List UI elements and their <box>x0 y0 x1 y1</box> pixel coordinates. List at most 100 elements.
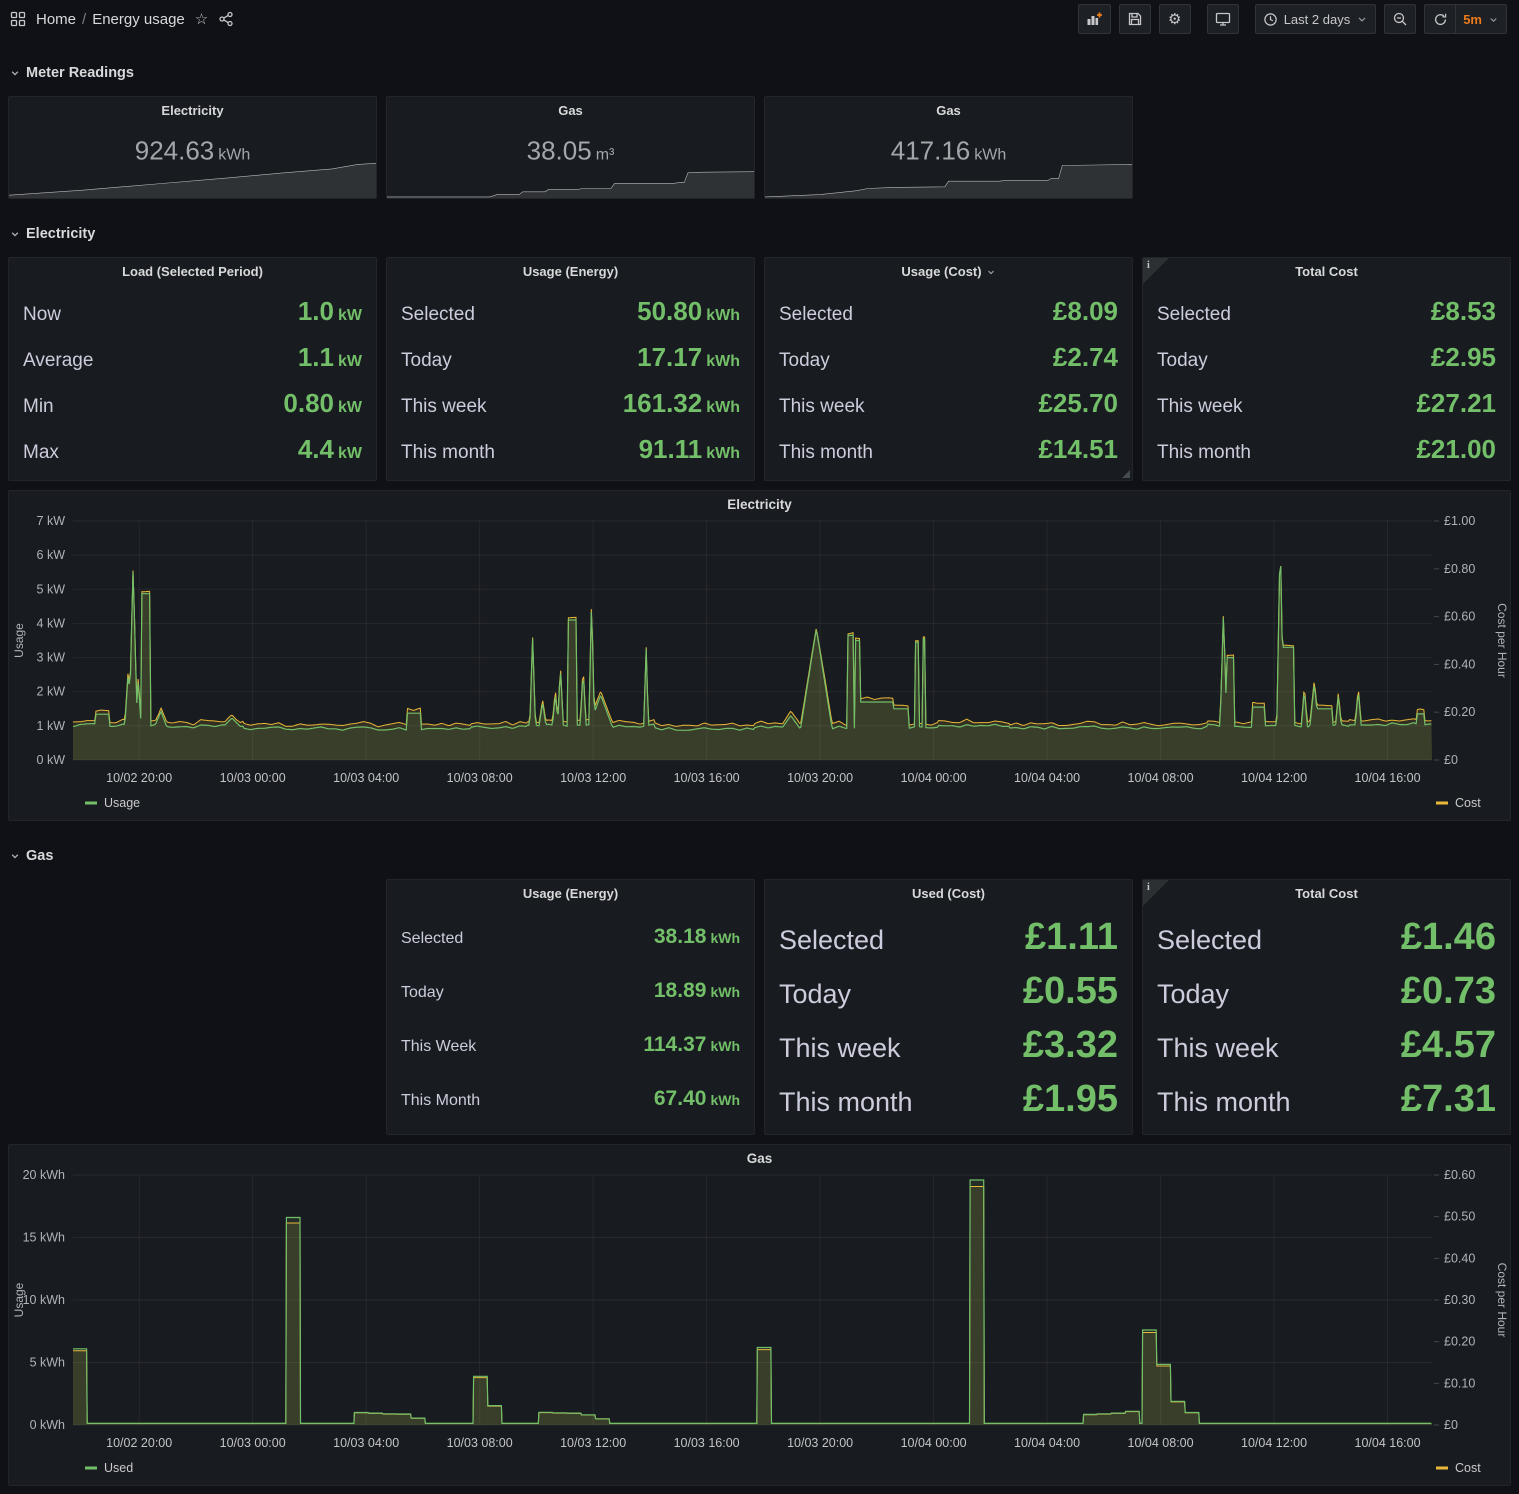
x-tick: 10/03 08:00 <box>447 1436 513 1450</box>
stat-value-number: 67.40 <box>654 1087 707 1110</box>
stat-row: Selected£1.46 <box>1157 916 1496 959</box>
x-tick: 10/03 00:00 <box>220 771 286 785</box>
stat-value-unit: kW <box>338 353 362 370</box>
share-icon[interactable] <box>218 11 234 27</box>
gas-chart-panel[interactable]: 0 kWh5 kWh10 kWh15 kWh20 kWh£0£0.10£0.20… <box>8 1144 1511 1486</box>
stat-label: Selected <box>779 304 853 326</box>
panel-title-text: Electricity <box>161 103 223 118</box>
stat-row: Now1.0kW <box>23 296 362 327</box>
dashboards-grid-icon[interactable] <box>10 11 26 27</box>
refresh-icon <box>1433 12 1448 27</box>
stat-label: Today <box>1157 979 1229 1010</box>
bar-chart-plus-icon <box>1086 11 1103 27</box>
chart-title: Gas <box>747 1151 773 1166</box>
favorite-star-icon[interactable]: ☆ <box>195 12 208 27</box>
stat-row: Selected50.80kWh <box>401 296 740 327</box>
refresh-interval-picker[interactable]: 5m <box>1456 4 1507 34</box>
stat-body: Selected£1.46 Today £0.73 This week£4.57 Thi… <box>1157 910 1496 1126</box>
electricity-stats-row: Load (Selected Period)Now1.0kWAverage1.1… <box>8 257 1511 481</box>
electricity-chart-panel[interactable]: 0 kW1 kW2 kW3 kW4 kW5 kW6 kW7 kW£0£0.20£… <box>8 490 1511 821</box>
dashboard-settings-button[interactable]: ⚙ <box>1159 4 1191 34</box>
stat-value-number: 1.0 <box>298 296 334 326</box>
panel-title-text: Total Cost <box>1295 886 1358 901</box>
stat-label: This month <box>779 442 873 464</box>
stat-value-number: 4.4 <box>298 434 334 464</box>
legend-usage-label[interactable]: Used <box>104 1461 133 1475</box>
y-left-axis-label: Usage <box>12 623 26 658</box>
resize-grip[interactable] <box>1122 470 1130 478</box>
stat-label: Max <box>23 442 59 464</box>
stat-value-number: 1.1 <box>298 342 334 372</box>
y-right-tick: £1.00 <box>1444 514 1475 528</box>
cost-area-fill <box>73 1187 1432 1426</box>
info-corner-icon[interactable]: i <box>1143 258 1169 284</box>
electricity-stat-panel-0[interactable]: Load (Selected Period)Now1.0kWAverage1.1… <box>8 257 377 481</box>
y-left-tick: 3 kW <box>37 651 66 665</box>
panel-title: Total Cost <box>1143 880 1510 901</box>
meter-panel-electricity[interactable]: Electricity924.63kWh <box>8 96 377 199</box>
x-tick: 10/04 08:00 <box>1128 1436 1194 1450</box>
y-right-tick: £0.30 <box>1444 1293 1475 1307</box>
stat-label: Selected <box>779 925 884 956</box>
x-tick: 10/03 16:00 <box>674 1436 740 1450</box>
section-header-meter-readings[interactable]: Meter Readings <box>10 62 1511 84</box>
x-tick: 10/04 16:00 <box>1355 1436 1421 1450</box>
stat-label: Today <box>1157 350 1208 372</box>
meter-panel-gas-1[interactable]: Gas38.05m³ <box>386 96 755 199</box>
y-right-axis-label: Cost per Hour <box>1495 603 1509 678</box>
meter-panel-gas-2[interactable]: Gas417.16kWh <box>764 96 1133 199</box>
stat-value-unit: kW <box>338 445 362 462</box>
stat-value: £0.73 <box>1401 970 1496 1013</box>
chevron-down-icon <box>1356 13 1368 25</box>
stat-value-number: 17.17 <box>637 342 702 372</box>
stat-value-number: 114.37 <box>643 1033 706 1056</box>
breadcrumb[interactable]: Home / Energy usage <box>36 11 185 28</box>
legend-usage-label[interactable]: Usage <box>104 796 140 810</box>
zoom-out-button[interactable] <box>1384 4 1416 34</box>
gas-stat-panel-0[interactable]: Usage (Energy)Selected38.18kWhToday18.89… <box>386 879 755 1135</box>
panel-title[interactable]: Usage (Cost) <box>765 258 1132 279</box>
electricity-stat-panel-2[interactable]: Usage (Cost)Selected£8.09Today£2.74This … <box>764 257 1133 481</box>
electricity-stat-panel-1[interactable]: Usage (Energy)Selected50.80kWhToday17.17… <box>386 257 755 481</box>
stat-label: This month <box>401 442 495 464</box>
tv-mode-button[interactable] <box>1207 4 1239 34</box>
panel-title-text: Gas <box>558 103 583 118</box>
legend-cost-label[interactable]: Cost <box>1455 1461 1481 1475</box>
panel-title-text: Total Cost <box>1295 264 1358 279</box>
stat-value-unit: kWh <box>706 307 740 324</box>
add-panel-button[interactable] <box>1078 4 1111 34</box>
legend-cost-label[interactable]: Cost <box>1455 796 1481 810</box>
chevron-down-icon <box>1488 14 1499 25</box>
gas-stat-panel-2[interactable]: i Total Cost Selected£1.46 Today £0.73 This w… <box>1142 879 1511 1135</box>
save-icon <box>1127 11 1143 27</box>
stat-value: £1.95 <box>1023 1078 1118 1121</box>
stat-row: This week£4.57 <box>1157 1024 1496 1067</box>
y-right-tick: £0.40 <box>1444 657 1475 671</box>
stat-label: This month <box>779 1087 913 1118</box>
electricity-stat-panel-3[interactable]: iTotal CostSelected£8.53Today£2.95This w… <box>1142 257 1511 481</box>
time-range-picker[interactable]: Last 2 days <box>1255 4 1377 34</box>
stat-value-number: 0.80 <box>283 388 334 418</box>
stat-row: Today£0.55 <box>779 970 1118 1013</box>
stat-value: 1.1kW <box>298 342 362 373</box>
refresh-button[interactable] <box>1424 4 1456 34</box>
save-dashboard-button[interactable] <box>1119 4 1151 34</box>
stat-row: Selected£8.53 <box>1157 296 1496 327</box>
chart-title: Electricity <box>727 497 792 512</box>
stat-value: £1.46 <box>1401 916 1496 959</box>
y-right-tick: £0.20 <box>1444 705 1475 719</box>
stat-row: This month£7.31 <box>1157 1078 1496 1121</box>
stat-value-number: 91.11 <box>639 434 703 464</box>
info-corner-icon[interactable]: i <box>1143 880 1169 906</box>
section-header-electricity[interactable]: Electricity <box>10 223 1511 245</box>
gas-stat-panel-1[interactable]: Used (Cost)Selected£1.11Today£0.55This w… <box>764 879 1133 1135</box>
stat-label: This week <box>779 1033 901 1064</box>
meter-value-unit: kWh <box>218 146 250 163</box>
y-left-tick: 20 kWh <box>23 1168 65 1182</box>
y-left-tick: 0 kWh <box>30 1418 65 1432</box>
x-tick: 10/03 12:00 <box>560 771 626 785</box>
section-header-gas[interactable]: Gas <box>10 845 1511 867</box>
stat-row: Today£2.95 <box>1157 342 1496 373</box>
breadcrumb-home[interactable]: Home <box>36 11 76 28</box>
usage-line <box>73 1180 1431 1423</box>
